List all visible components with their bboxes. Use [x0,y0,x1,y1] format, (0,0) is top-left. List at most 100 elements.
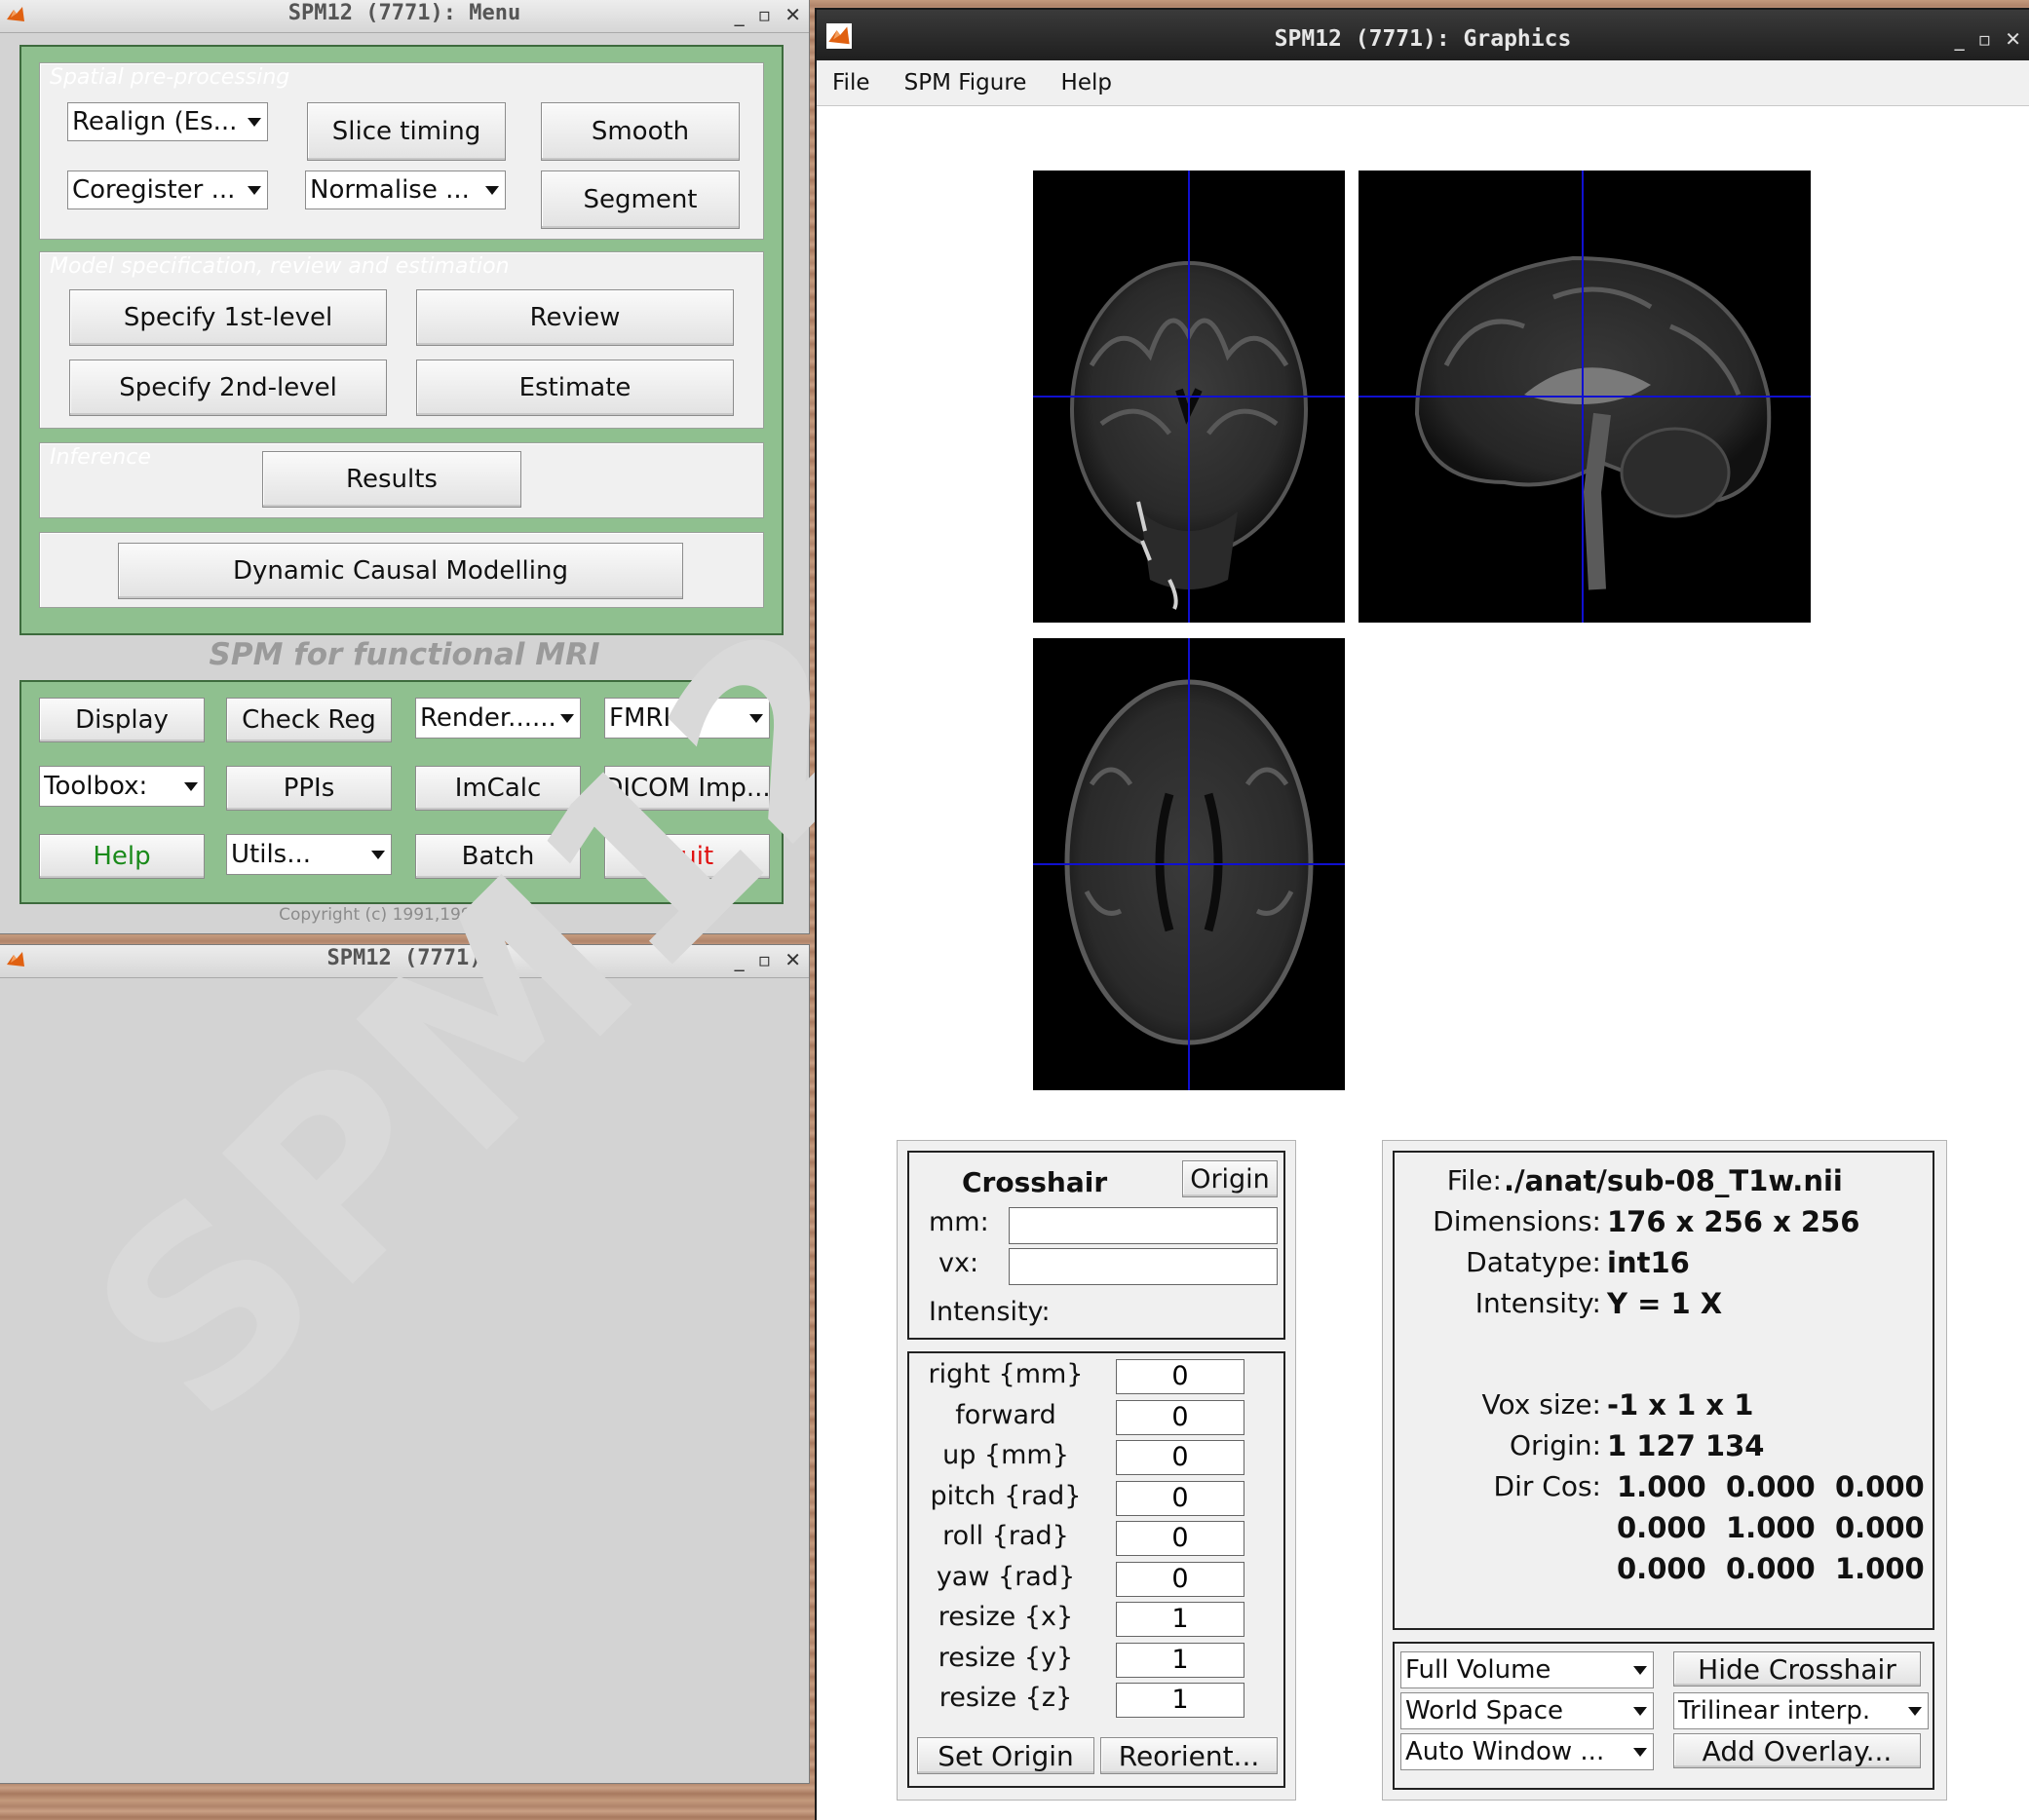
origin-key: Origin: [1509,1429,1601,1461]
model-panel-title: Model specification, review and estimati… [50,254,510,279]
origin-button[interactable]: Origin [1182,1160,1278,1197]
dir-cos-key: Dir Cos: [1493,1470,1601,1502]
chevron-down-icon [1908,1707,1922,1716]
close-icon[interactable]: ✕ [785,0,801,29]
hide-crosshair-button[interactable]: Hide Crosshair [1673,1651,1921,1687]
coregister-dropdown[interactable]: Coregister ... [67,171,268,209]
intensity-key: Intensity: [1474,1287,1601,1319]
chevron-down-icon [560,714,574,723]
menu-titlebar[interactable]: SPM12 (7771): Menu _ ▫ ✕ [0,0,809,33]
datatype-key: Datatype: [1466,1246,1601,1278]
menu-file[interactable]: File [832,60,870,105]
vox-size-value: -1 x 1 x 1 [1607,1388,1754,1422]
crosshair-panel: Crosshair Origin mm: vx: Intensity: [907,1151,1285,1340]
param-input[interactable]: 0 [1116,1399,1244,1435]
close-icon[interactable]: ✕ [785,945,801,974]
menu-help[interactable]: Help [1061,60,1112,105]
utils-dropdown[interactable]: Utils... [226,834,392,875]
param-input[interactable]: 0 [1116,1480,1244,1516]
file-key: File: [1446,1164,1502,1196]
dir-cos-cell: 1.000 [1726,1511,1816,1544]
dir-cos-cell: 0.000 [1835,1470,1925,1503]
realign-label: Realign (Es... [72,107,238,136]
window-label: Auto Window ... [1405,1737,1605,1766]
model-specification-panel: Model specification, review and estimati… [39,251,764,429]
dimensions-value: 176 x 256 x 256 [1607,1205,1860,1238]
volume-extent-dropdown[interactable]: Full Volume [1400,1651,1654,1688]
param-label: right {mm} [928,1359,1084,1389]
file-info-panel: File: ./anat/sub-08_T1w.nii Dimensions: … [1382,1140,1947,1801]
axial-brain-image [1033,638,1345,1090]
vx-input[interactable] [1009,1248,1278,1285]
volume-extent-label: Full Volume [1405,1655,1551,1685]
dir-cos-cell: 1.000 [1835,1552,1925,1585]
help-button[interactable]: Help [39,834,205,879]
maximize-icon[interactable]: ▫ [1978,10,1992,68]
maximize-icon[interactable]: ▫ [758,0,772,29]
normalise-label: Normalise ... [310,175,470,205]
add-overlay-button[interactable]: Add Overlay... [1673,1733,1921,1768]
normalise-dropdown[interactable]: Normalise ... [305,171,506,209]
realign-dropdown[interactable]: Realign (Es... [67,102,268,141]
render-label: Render...... [420,703,556,733]
chevron-down-icon [1633,1748,1647,1757]
reorient-controls-panel: Crosshair Origin mm: vx: Intensity: righ… [897,1140,1296,1801]
window-dropdown[interactable]: Auto Window ... [1400,1733,1654,1770]
menu-spm-figure[interactable]: SPM Figure [904,60,1027,105]
param-input[interactable]: 1 [1116,1683,1244,1718]
interpolation-dropdown[interactable]: Trilinear interp. [1673,1692,1929,1729]
smooth-button[interactable]: Smooth [541,102,740,161]
sagittal-slice-view[interactable] [1359,171,1811,623]
dynamic-causal-modelling-button[interactable]: Dynamic Causal Modelling [118,543,683,599]
spatial-preprocessing-panel: Spatial pre-processing Realign (Es... Sl… [39,62,764,240]
chevron-down-icon [485,186,499,195]
dir-cos-cell: 1.000 [1617,1470,1706,1503]
check-reg-button[interactable]: Check Reg [226,698,392,742]
param-label: resize {y} [938,1642,1074,1673]
coronal-slice-view[interactable] [1033,171,1345,623]
intensity-value: Y = 1 X [1607,1287,1723,1320]
review-button[interactable]: Review [416,289,734,346]
param-label: roll {rad} [942,1521,1069,1551]
specify-2nd-level-button[interactable]: Specify 2nd-level [69,360,387,416]
minimize-icon[interactable]: _ [1955,10,1965,68]
param-input[interactable]: 1 [1116,1642,1244,1678]
toolbox-dropdown[interactable]: Toolbox: [39,766,205,807]
space-dropdown[interactable]: World Space [1400,1692,1654,1729]
display-button[interactable]: Display [39,698,205,742]
graphics-titlebar[interactable]: SPM12 (7771): Graphics _ ▫ ✕ [817,10,2029,61]
param-input[interactable]: 0 [1116,1359,1244,1394]
reorient-button[interactable]: Reorient... [1100,1737,1278,1774]
results-button[interactable]: Results [262,451,521,508]
minimize-icon[interactable]: _ [735,0,745,29]
dir-cos-cell: 0.000 [1835,1511,1925,1544]
render-dropdown[interactable]: Render...... [415,698,581,739]
param-label: resize {x} [938,1602,1074,1632]
param-input[interactable]: 1 [1116,1602,1244,1637]
axial-slice-view[interactable] [1033,638,1345,1090]
graphics-window-title: SPM12 (7771): Graphics [1274,26,1572,52]
space-label: World Space [1405,1696,1564,1725]
toolbox-label: Toolbox: [44,772,148,801]
chevron-down-icon [248,118,261,127]
estimate-button[interactable]: Estimate [416,360,734,416]
set-origin-button[interactable]: Set Origin [917,1737,1094,1774]
mm-input[interactable] [1009,1207,1278,1244]
ppis-button[interactable]: PPIs [226,766,392,811]
datatype-value: int16 [1607,1246,1690,1279]
coronal-brain-image [1033,171,1345,623]
crosshair-heading: Crosshair [962,1166,1108,1198]
chevron-down-icon [1633,1707,1647,1716]
spm-graphics-window: SPM12 (7771): Graphics _ ▫ ✕ File SPM Fi… [817,10,2029,1820]
segment-button[interactable]: Segment [541,171,740,229]
dcm-panel: Dynamic Causal Modelling [39,532,764,608]
slice-timing-button[interactable]: Slice timing [307,102,506,161]
param-input[interactable]: 0 [1116,1440,1244,1475]
specify-1st-level-button[interactable]: Specify 1st-level [69,289,387,346]
param-input[interactable]: 0 [1116,1521,1244,1556]
param-input[interactable]: 0 [1116,1561,1244,1597]
close-icon[interactable]: ✕ [2005,10,2021,68]
param-label: forward [955,1399,1056,1430]
dir-cos-cell: 0.000 [1617,1511,1706,1544]
spatial-panel-title: Spatial pre-processing [50,65,290,90]
